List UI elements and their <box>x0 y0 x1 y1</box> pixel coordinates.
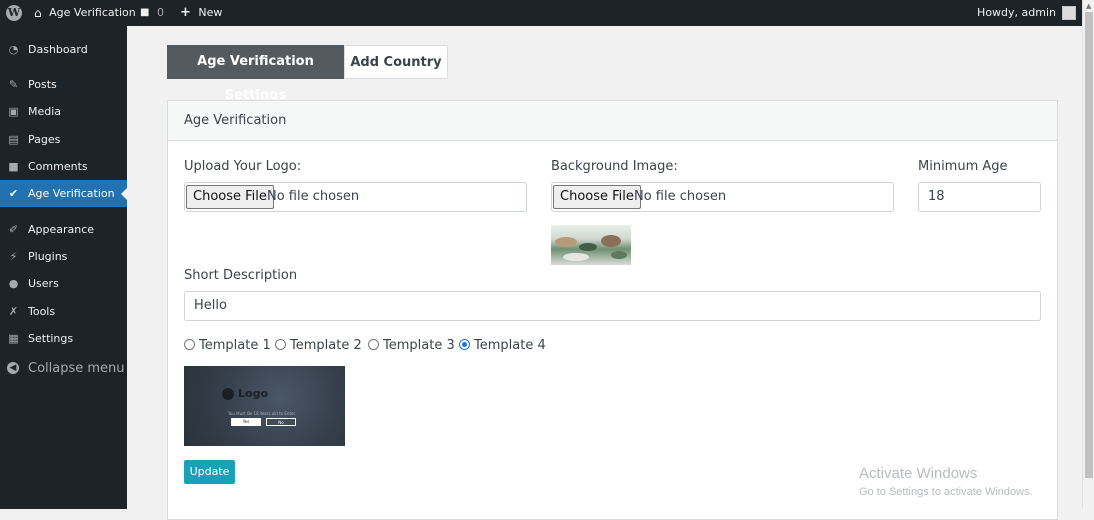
template-1-radio[interactable]: Template 1 <box>184 338 271 354</box>
sidebar-item-label: Dashboard <box>28 43 88 56</box>
media-icon: ▣ <box>8 105 19 118</box>
activate-windows-title: Activate Windows <box>859 465 978 482</box>
radio-circle <box>368 339 379 350</box>
howdy-text: Howdy, admin <box>977 6 1056 19</box>
background-file-input[interactable]: Choose File No file chosen <box>551 182 894 212</box>
minimum-age-label: Minimum Age <box>918 159 1008 174</box>
background-file-status: No file chosen <box>634 189 727 204</box>
user-icon: ● <box>8 277 19 290</box>
page-scrollbar[interactable]: ▲ <box>1082 0 1094 509</box>
sidebar-item-comments[interactable]: ■ Comments <box>0 153 127 180</box>
sidebar-item-label: Comments <box>28 160 88 173</box>
comment-icon: ■ <box>8 160 19 173</box>
sidebar-item-label: Pages <box>28 133 61 146</box>
sidebar-item-users[interactable]: ● Users <box>0 270 127 297</box>
collapse-menu-label: Collapse menu <box>28 361 125 376</box>
pages-icon: ▤ <box>8 133 19 146</box>
sidebar-item-age-verification[interactable]: ✔ Age Verification <box>0 180 127 207</box>
template-label: Template 1 <box>199 338 271 353</box>
home-icon: ⌂ <box>34 6 42 20</box>
collapse-arrow-icon: ◀ <box>7 362 19 374</box>
background-image-label: Background Image: <box>551 159 678 174</box>
sidebar-item-label: Age Verification <box>28 187 115 200</box>
template-logo-mark-icon <box>222 388 234 400</box>
sidebar-item-posts[interactable]: ✎ Posts <box>0 71 127 98</box>
template-yes-button: Yes <box>231 418 261 426</box>
check-circle-icon: ✔ <box>8 187 19 200</box>
template-label: Template 4 <box>474 338 546 353</box>
activate-windows-subtitle: Go to Settings to activate Windows. <box>859 486 1033 498</box>
logo-choose-file-button[interactable]: Choose File <box>186 185 274 209</box>
scrollbar-thumb[interactable] <box>1085 12 1093 478</box>
template-label: Template 3 <box>383 338 455 353</box>
site-name-link[interactable]: ⌂ Age Verification <box>34 0 136 26</box>
sidebar-item-label: Settings <box>28 332 74 345</box>
template-preview-image: Logo You Must Be 18 Years old to Enter Y… <box>184 366 345 446</box>
logo-file-input[interactable]: Choose File No file chosen <box>184 182 527 212</box>
template-4-radio[interactable]: Template 4 <box>459 338 546 354</box>
upload-logo-label: Upload Your Logo: <box>184 159 302 174</box>
comments-count: 0 <box>156 6 164 19</box>
card-header: Age Verification <box>168 101 1057 141</box>
comments-link[interactable]: ■ 0 <box>140 0 164 26</box>
sidebar-item-appearance[interactable]: ✐ Appearance <box>0 216 127 243</box>
sidebar-item-dashboard[interactable]: ◔ Dashboard <box>0 36 127 63</box>
sidebar-item-settings[interactable]: ▦ Settings <box>0 325 127 352</box>
update-button[interactable]: Update <box>184 460 235 484</box>
site-name-label: Age Verification <box>49 6 136 19</box>
sidebar-item-label: Posts <box>28 78 57 91</box>
tab-add-country[interactable]: Add Country <box>344 45 448 79</box>
sidebar-item-pages[interactable]: ▤ Pages <box>0 126 127 153</box>
collapse-menu-button[interactable]: ◀ Collapse menu <box>0 355 127 382</box>
account-menu[interactable]: Howdy, admin <box>977 0 1076 26</box>
dashboard-icon: ◔ <box>8 43 19 56</box>
sidebar-item-tools[interactable]: ✗ Tools <box>0 298 127 325</box>
background-image-preview <box>551 225 631 265</box>
settings-icon: ▦ <box>8 332 19 345</box>
radio-circle <box>459 339 470 350</box>
template-label: Template 2 <box>290 338 362 353</box>
template-no-button: No <box>266 418 296 426</box>
logo-file-status: No file chosen <box>267 189 360 204</box>
scroll-up-arrow-icon[interactable]: ▲ <box>1086 2 1091 10</box>
plus-icon: + <box>180 5 191 20</box>
wrench-icon: ✗ <box>8 305 19 318</box>
sidebar-item-label: Appearance <box>28 223 95 236</box>
short-description-input[interactable]: Hello <box>184 291 1041 321</box>
new-label: New <box>198 6 223 19</box>
template-logo-text: Logo <box>238 387 268 400</box>
template-2-radio[interactable]: Template 2 <box>275 338 362 354</box>
comment-bubble-icon: ■ <box>140 7 150 18</box>
admin-sidebar: ◔ Dashboard ✎ Posts ▣ Media ▤ Pages ■ Co… <box>0 26 127 509</box>
template-question-text: You Must Be 18 Years old to Enter <box>228 411 296 416</box>
pin-icon: ✎ <box>8 78 19 91</box>
card-title: Age Verification <box>184 113 287 128</box>
sidebar-item-label: Tools <box>28 305 56 318</box>
minimum-age-input[interactable]: 18 <box>918 182 1041 212</box>
brush-icon: ✐ <box>8 223 19 236</box>
tab-age-verification-settings[interactable]: Age Verification Settings <box>167 45 344 103</box>
new-content-link[interactable]: + New <box>180 0 222 26</box>
sidebar-item-label: Media <box>28 105 62 118</box>
background-choose-file-button[interactable]: Choose File <box>553 185 641 209</box>
sidebar-item-plugins[interactable]: ⚡ Plugins <box>0 243 127 270</box>
sidebar-item-media[interactable]: ▣ Media <box>0 98 127 125</box>
radio-circle <box>275 339 286 350</box>
admin-bar: W ⌂ Age Verification ■ 0 + New Howdy, ad… <box>0 0 1082 26</box>
plugin-icon: ⚡ <box>9 250 18 263</box>
wordpress-logo-icon[interactable]: W <box>6 5 22 21</box>
avatar <box>1062 6 1076 20</box>
template-3-radio[interactable]: Template 3 <box>368 338 455 354</box>
sidebar-item-label: Users <box>28 277 59 290</box>
radio-circle <box>184 339 195 350</box>
sidebar-item-label: Plugins <box>28 250 68 263</box>
short-description-label: Short Description <box>184 268 298 283</box>
